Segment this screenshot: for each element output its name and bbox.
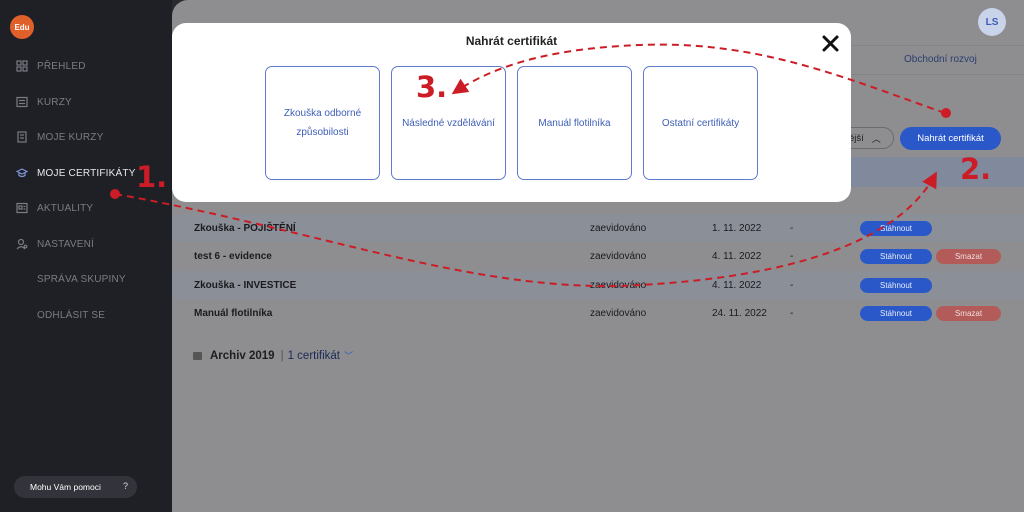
avatar[interactable]: LS xyxy=(978,8,1006,36)
sidebar-item-kurzy[interactable]: KURZY xyxy=(16,92,72,112)
sidebar: Edu PŘEHLED KURZY MOJE KURZY MOJE CERTIF… xyxy=(0,0,172,512)
news-icon xyxy=(16,202,28,214)
card-zkouska[interactable]: Zkouška odborné způsobilosti xyxy=(265,66,380,180)
sidebar-item-label: MOJE KURZY xyxy=(37,131,104,143)
step-3-label: 3. xyxy=(416,70,448,104)
row-status: zaevidováno xyxy=(590,307,647,319)
table-row: Manuál flotilníka zaevidováno 24. 11. 20… xyxy=(172,299,1024,327)
sidebar-item-sprava-skupiny[interactable]: SPRÁVA SKUPINY xyxy=(37,269,126,289)
app-logo: Edu xyxy=(10,15,34,39)
sidebar-item-moje-kurzy[interactable]: MOJE KURZY xyxy=(16,127,103,147)
row-dash: - xyxy=(790,250,794,262)
sort-label: ější xyxy=(849,132,864,144)
archive-count: 1 certifikát xyxy=(287,349,340,362)
table-row: test 6 - evidence zaevidováno 4. 11. 202… xyxy=(172,242,1024,270)
upload-modal: Nahrát certifikát Zkouška odborné způsob… xyxy=(172,23,851,202)
divider: | xyxy=(280,349,284,362)
row-dash: - xyxy=(790,279,794,291)
help-button[interactable]: Mohu Vám pomoci ? xyxy=(14,476,137,498)
sidebar-item-label: MOJE CERTIFIKÁTY xyxy=(37,167,136,179)
row-status: zaevidováno xyxy=(590,222,647,234)
card-nasledne-vzdelavani[interactable]: Následné vzdělávání xyxy=(391,66,506,180)
step-1-label: 1. xyxy=(136,160,168,194)
table-row: Zkouška - INVESTICE zaevidováno 4. 11. 2… xyxy=(172,271,1024,299)
modal-title: Nahrát certifikát xyxy=(465,34,558,48)
row-date: 4. 11. 2022 xyxy=(712,279,762,291)
row-dash: - xyxy=(790,307,794,319)
close-icon[interactable] xyxy=(820,33,842,55)
chevron-up-icon: ︿ xyxy=(871,133,881,144)
file-icon xyxy=(16,131,28,143)
sidebar-item-label: AKTUALITY xyxy=(37,202,94,214)
download-button[interactable]: Stáhnout xyxy=(860,249,932,264)
sidebar-item-label: PŘEHLED xyxy=(37,60,86,72)
row-status: zaevidováno xyxy=(590,250,647,262)
row-name: Manuál flotilníka xyxy=(194,307,273,319)
archive-icon xyxy=(193,351,202,360)
sidebar-item-label: ODHLÁSIT SE xyxy=(37,309,106,321)
row-date: 1. 11. 2022 xyxy=(712,222,762,234)
sidebar-item-odhlasit[interactable]: ODHLÁSIT SE xyxy=(37,305,105,325)
archive-section[interactable]: Archiv 2019 | 1 certifikát ﹀ xyxy=(193,349,353,362)
tab-obchodni-rozvoj[interactable]: Obchodní rozvoj xyxy=(904,54,977,65)
row-name: Zkouška - INVESTICE xyxy=(194,279,297,291)
row-date: 4. 11. 2022 xyxy=(712,250,762,262)
card-ostatni-certifikaty[interactable]: Ostatní certifikáty xyxy=(643,66,758,180)
delete-button[interactable]: Smazat xyxy=(936,249,1001,264)
download-button[interactable]: Stáhnout xyxy=(860,278,932,293)
delete-button[interactable]: Smazat xyxy=(936,306,1001,321)
graduation-icon xyxy=(16,167,28,179)
question-icon: ? xyxy=(122,481,128,491)
chevron-down-icon: ﹀ xyxy=(344,351,354,361)
grid-icon xyxy=(16,60,28,72)
step-2-label: 2. xyxy=(960,152,992,186)
row-name: Zkouška - POJIŠTĚNÍ xyxy=(194,222,296,234)
download-button[interactable]: Stáhnout xyxy=(860,306,932,321)
card-manual-flotilnika[interactable]: Manuál flotilníka xyxy=(517,66,632,180)
row-status: zaevidováno xyxy=(590,279,647,291)
help-label: Mohu Vám pomoci xyxy=(30,482,101,492)
sidebar-item-moje-certifikaty[interactable]: MOJE CERTIFIKÁTY xyxy=(16,163,136,183)
row-name: test 6 - evidence xyxy=(194,250,272,262)
sidebar-item-label: KURZY xyxy=(37,96,72,108)
list-icon xyxy=(16,96,28,108)
sidebar-item-aktuality[interactable]: AKTUALITY xyxy=(16,198,93,218)
sidebar-item-label: NASTAVENÍ xyxy=(37,238,94,250)
row-date: 24. 11. 2022 xyxy=(712,307,767,319)
table-row: Zkouška - POJIŠTĚNÍ zaevidováno 1. 11. 2… xyxy=(172,214,1024,242)
archive-title: Archiv 2019 xyxy=(210,349,275,362)
upload-certificate-button[interactable]: Nahrát certifikát xyxy=(900,127,1001,150)
download-button[interactable]: Stáhnout xyxy=(860,221,932,236)
sidebar-item-prehled[interactable]: PŘEHLED xyxy=(16,56,86,76)
row-dash: - xyxy=(790,222,794,234)
user-settings-icon xyxy=(16,238,28,250)
sidebar-item-nastaveni[interactable]: NASTAVENÍ xyxy=(16,234,94,254)
sidebar-item-label: SPRÁVA SKUPINY xyxy=(37,273,126,285)
